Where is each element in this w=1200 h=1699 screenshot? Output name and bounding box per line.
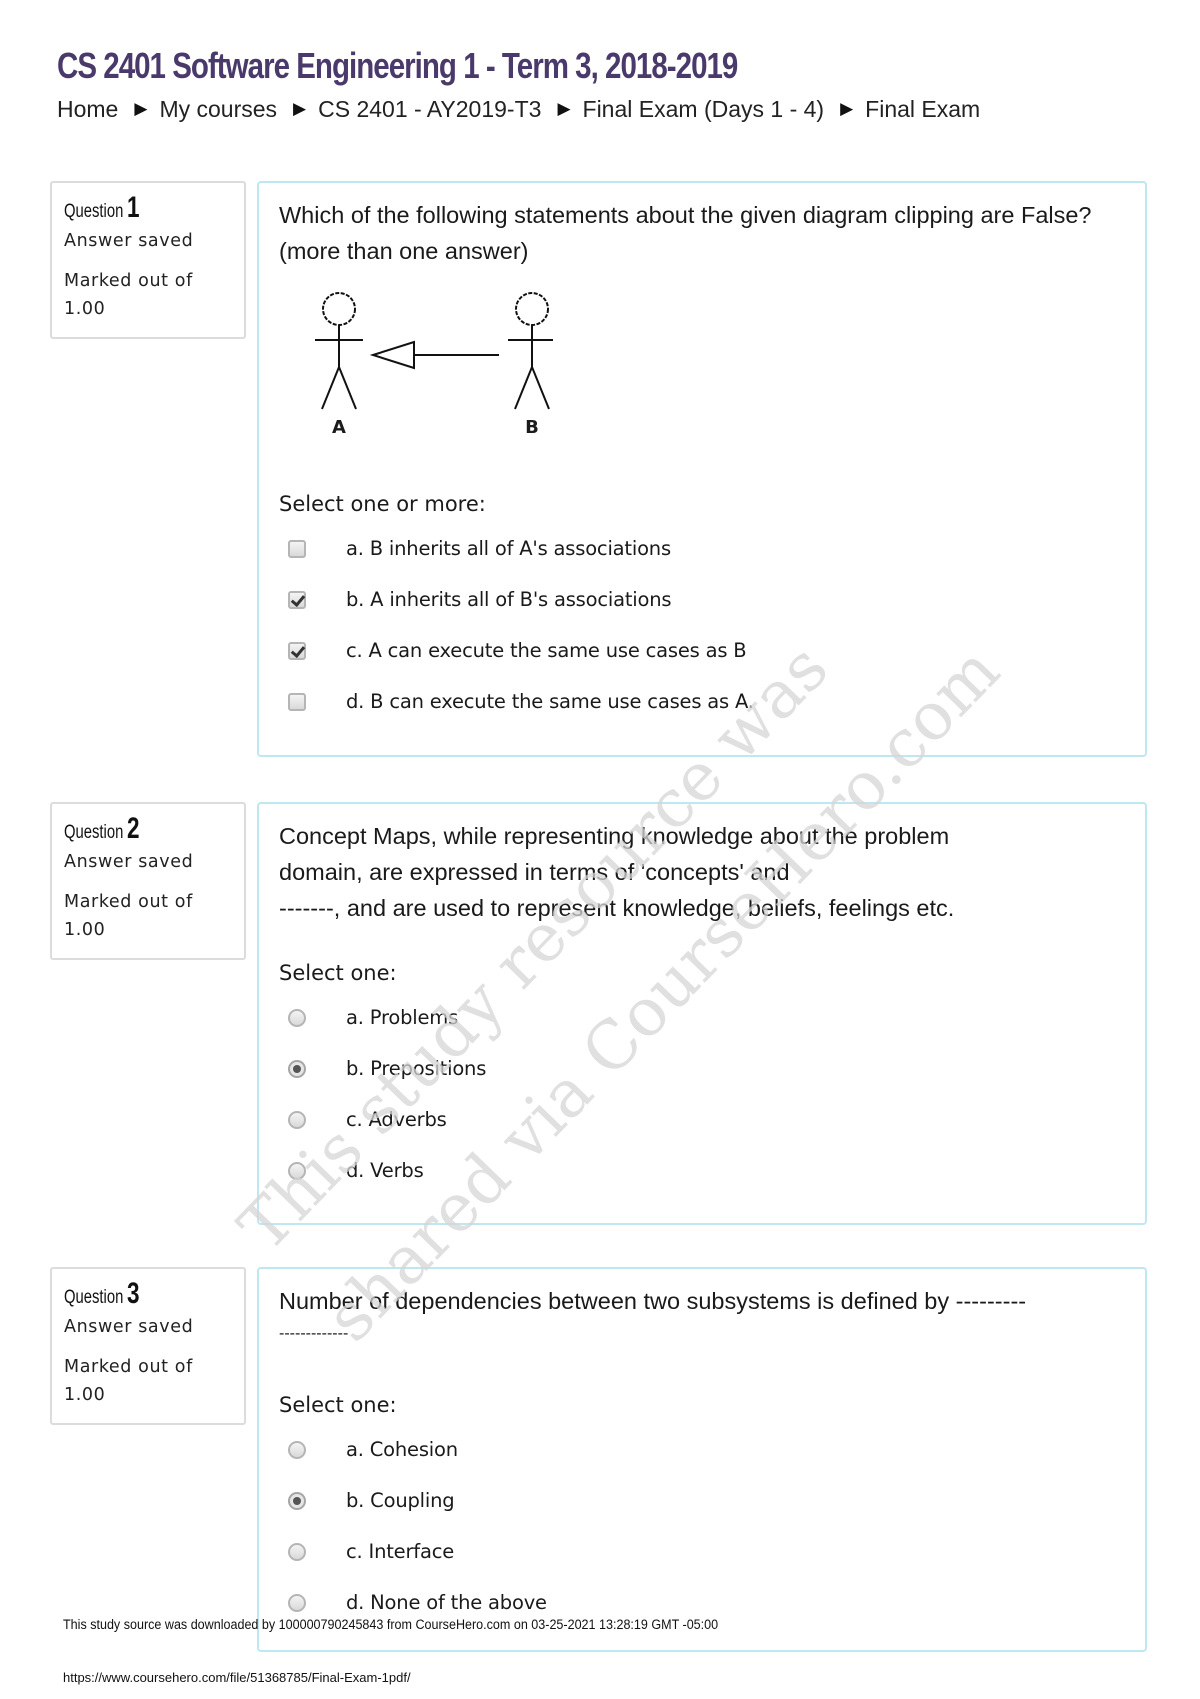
breadcrumb-separator-icon: ▶ bbox=[134, 99, 148, 118]
answer-option[interactable]: a. Problems bbox=[279, 992, 1125, 1043]
answer-option[interactable]: c. A can execute the same use cases as B bbox=[279, 625, 1125, 676]
question-content: Which of the following statements about … bbox=[257, 181, 1147, 757]
breadcrumb-exam-section[interactable]: Final Exam (Days 1 - 4) bbox=[583, 94, 825, 124]
breadcrumb-separator-icon: ▶ bbox=[840, 99, 854, 118]
breadcrumb-final-exam[interactable]: Final Exam bbox=[865, 94, 980, 124]
question-word: Question bbox=[64, 201, 124, 222]
answer-option[interactable]: d. B can execute the same use cases as A… bbox=[279, 676, 1125, 727]
question-text-line: domain, are expressed in terms of 'conce… bbox=[279, 859, 790, 885]
radio-button[interactable] bbox=[288, 1542, 306, 1561]
radio-button[interactable] bbox=[288, 1059, 306, 1078]
breadcrumb-course[interactable]: CS 2401 - AY2019-T3 bbox=[318, 94, 541, 124]
radio-button[interactable] bbox=[288, 1110, 306, 1129]
question-text-line: -------, and are used to represent knowl… bbox=[279, 895, 955, 921]
question-state: Answer saved bbox=[64, 231, 194, 251]
answer-option[interactable]: b. Coupling bbox=[279, 1475, 1125, 1526]
answer-prompt: Select one or more: bbox=[279, 492, 486, 516]
answer-list: a. Cohesion b. Coupling c. Interface d. … bbox=[279, 1424, 1125, 1628]
checkbox[interactable] bbox=[288, 590, 306, 609]
question-info: Question 3 Answer saved Marked out of 1.0… bbox=[50, 1267, 246, 1425]
question-grade: Marked out of 1.00 bbox=[64, 271, 193, 319]
breadcrumb-home[interactable]: Home bbox=[57, 94, 118, 124]
answer-option[interactable]: c. Adverbs bbox=[279, 1094, 1125, 1145]
checkbox[interactable] bbox=[288, 692, 306, 711]
question-text: Which of the following statements about … bbox=[279, 202, 1092, 264]
answer-label[interactable]: a. B inherits all of A's associations bbox=[346, 537, 671, 560]
question-text-line: Concept Maps, while representing knowled… bbox=[279, 823, 950, 849]
question-number-value: 2 bbox=[127, 812, 140, 845]
answer-label[interactable]: d. None of the above bbox=[346, 1591, 547, 1614]
answer-list: a. B inherits all of A's associations b.… bbox=[279, 523, 1125, 727]
question-content: Concept Maps, while representing knowled… bbox=[257, 802, 1147, 1225]
answer-label[interactable]: a. Cohesion bbox=[346, 1438, 458, 1461]
answer-label[interactable]: c. Interface bbox=[346, 1540, 454, 1563]
download-note: This study source was downloaded by 1000… bbox=[63, 1617, 719, 1632]
page-header: CS 2401 Software Engineering 1 - Term 3,… bbox=[57, 42, 980, 124]
actor-b-figure bbox=[508, 292, 556, 410]
breadcrumb-my-courses[interactable]: My courses bbox=[159, 94, 277, 124]
question-text: Number of dependencies between two subsy… bbox=[279, 1283, 1125, 1349]
actor-a-figure bbox=[315, 292, 363, 410]
question-text-line: Number of dependencies between two subsy… bbox=[279, 1288, 1027, 1314]
radio-button[interactable] bbox=[288, 1161, 306, 1180]
radio-button[interactable] bbox=[288, 1491, 306, 1510]
question-text: Concept Maps, while representing knowled… bbox=[279, 818, 1125, 926]
question-content: Number of dependencies between two subsy… bbox=[257, 1267, 1147, 1652]
actor-a-label: A bbox=[332, 417, 346, 438]
answer-option[interactable]: a. B inherits all of A's associations bbox=[279, 523, 1125, 574]
radio-button[interactable] bbox=[288, 1008, 306, 1027]
answer-label[interactable]: d. Verbs bbox=[346, 1159, 424, 1182]
actor-b-label: B bbox=[525, 417, 539, 438]
answer-option[interactable]: d. Verbs bbox=[279, 1145, 1125, 1196]
answer-prompt: Select one: bbox=[279, 961, 397, 985]
answer-option[interactable]: a. Cohesion bbox=[279, 1424, 1125, 1475]
checkbox[interactable] bbox=[288, 641, 306, 660]
answer-option[interactable]: b. A inherits all of B's associations bbox=[279, 574, 1125, 625]
question-number-value: 1 bbox=[127, 191, 140, 224]
answer-label[interactable]: d. B can execute the same use cases as A… bbox=[346, 690, 754, 713]
answer-label[interactable]: b. Prepositions bbox=[346, 1057, 486, 1080]
breadcrumb-separator-icon: ▶ bbox=[293, 99, 307, 118]
answer-label[interactable]: c. A can execute the same use cases as B bbox=[346, 639, 747, 662]
breadcrumb-separator-icon: ▶ bbox=[557, 99, 571, 118]
question-info: Question 1 Answer saved Marked out of 1.0… bbox=[50, 181, 246, 339]
answer-label[interactable]: b. Coupling bbox=[346, 1489, 455, 1512]
question-text-line: ------------- bbox=[279, 1325, 349, 1342]
source-url[interactable]: https://www.coursehero.com/file/51368785… bbox=[63, 1670, 411, 1685]
answer-option[interactable]: c. Interface bbox=[279, 1526, 1125, 1577]
answer-label[interactable]: a. Problems bbox=[346, 1006, 458, 1029]
question-state: Answer saved bbox=[64, 852, 194, 872]
question-number: Question 3 bbox=[64, 1279, 232, 1313]
course-title: CS 2401 Software Engineering 1 - Term 3,… bbox=[57, 45, 738, 86]
question-number-value: 3 bbox=[127, 1277, 140, 1310]
answer-option[interactable]: b. Prepositions bbox=[279, 1043, 1125, 1094]
question-word: Question bbox=[64, 822, 124, 843]
answer-label[interactable]: b. A inherits all of B's associations bbox=[346, 588, 672, 611]
radio-button[interactable] bbox=[288, 1593, 306, 1612]
question-info: Question 2 Answer saved Marked out of 1.0… bbox=[50, 802, 246, 960]
question-grade: Marked out of 1.00 bbox=[64, 892, 193, 940]
question-state: Answer saved bbox=[64, 1317, 194, 1337]
question-number: Question 2 bbox=[64, 814, 232, 848]
question-word: Question bbox=[64, 1287, 124, 1308]
radio-button[interactable] bbox=[288, 1440, 306, 1459]
checkbox[interactable] bbox=[288, 539, 306, 558]
answer-label[interactable]: c. Adverbs bbox=[346, 1108, 447, 1131]
generalization-arrow-icon bbox=[369, 340, 499, 370]
use-case-diagram: A B bbox=[315, 292, 556, 438]
question-number: Question 1 bbox=[64, 193, 232, 227]
question-grade: Marked out of 1.00 bbox=[64, 1357, 193, 1405]
answer-list: a. Problems b. Prepositions c. Adverbs d… bbox=[279, 992, 1125, 1196]
answer-prompt: Select one: bbox=[279, 1393, 397, 1417]
breadcrumb: Home ▶ My courses ▶ CS 2401 - AY2019-T3 … bbox=[57, 94, 980, 124]
